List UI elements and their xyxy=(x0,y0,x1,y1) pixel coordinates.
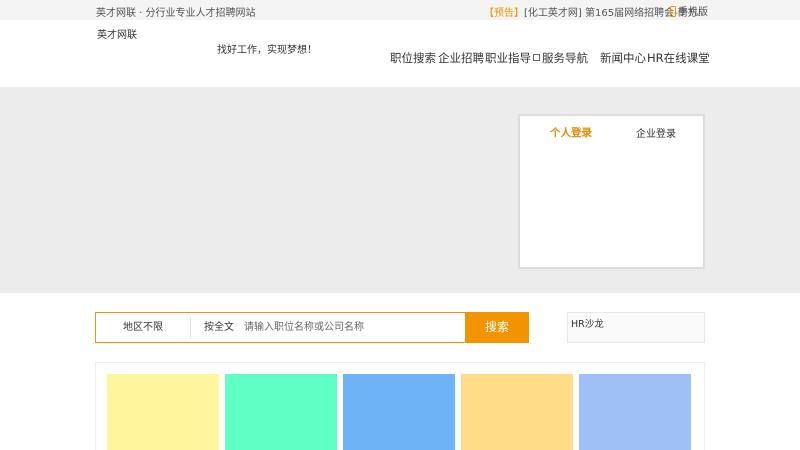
search-divider xyxy=(190,317,191,338)
site-tagline: 英才网联 · 分行业专业人才招聘网站 xyxy=(96,8,256,19)
nav-career-guide[interactable]: 职业指导 xyxy=(485,50,540,66)
industry-card[interactable] xyxy=(225,374,337,450)
tab-company-login[interactable]: 企业登录 xyxy=(636,125,676,140)
site-header: 英才网联 找好工作，实现梦想！ 职位搜索 企业招聘 职业指导 服务导航 新闻中心… xyxy=(0,20,800,87)
job-search-bar: 地区不限 按全文 搜索 xyxy=(95,312,529,343)
industry-card[interactable] xyxy=(107,374,219,450)
login-panel: 个人登录 企业登录 xyxy=(518,114,705,269)
nav-career-guide-label: 职业指导 xyxy=(485,51,531,65)
hr-salon-label: HR沙龙 xyxy=(571,319,604,330)
industry-card[interactable] xyxy=(579,374,691,450)
hr-salon-box[interactable]: HR沙龙 xyxy=(567,312,705,343)
nav-service-guide[interactable]: 服务导航 xyxy=(542,50,588,66)
external-link-icon xyxy=(533,54,540,61)
top-bar: 英才网联 · 分行业专业人才招聘网站 【预告】[化工英才网] 第165届网络招聘… xyxy=(0,0,800,20)
industry-card[interactable] xyxy=(461,374,573,450)
phone-icon xyxy=(670,6,676,17)
mobile-version-link[interactable]: 手机版 xyxy=(670,3,708,18)
site-slogan: 找好工作，实现梦想！ xyxy=(217,45,317,56)
search-button[interactable]: 搜索 xyxy=(465,312,529,343)
nav-company-recruit[interactable]: 企业招聘 xyxy=(438,50,484,66)
search-mode-select[interactable]: 按全文 xyxy=(204,313,234,342)
notice-badge: 【预告】 xyxy=(484,8,524,19)
region-select[interactable]: 地区不限 xyxy=(96,313,190,342)
industry-card[interactable] xyxy=(343,374,455,450)
nav-job-search[interactable]: 职位搜索 xyxy=(390,50,436,66)
site-logo[interactable]: 英才网联 xyxy=(97,26,137,41)
tab-personal-login[interactable]: 个人登录 xyxy=(550,125,592,140)
mobile-label: 手机版 xyxy=(678,7,708,18)
nav-hr-online-class[interactable]: HR在线课堂 xyxy=(647,50,710,66)
search-input[interactable] xyxy=(244,317,454,338)
nav-news-center[interactable]: 新闻中心 xyxy=(600,50,646,66)
